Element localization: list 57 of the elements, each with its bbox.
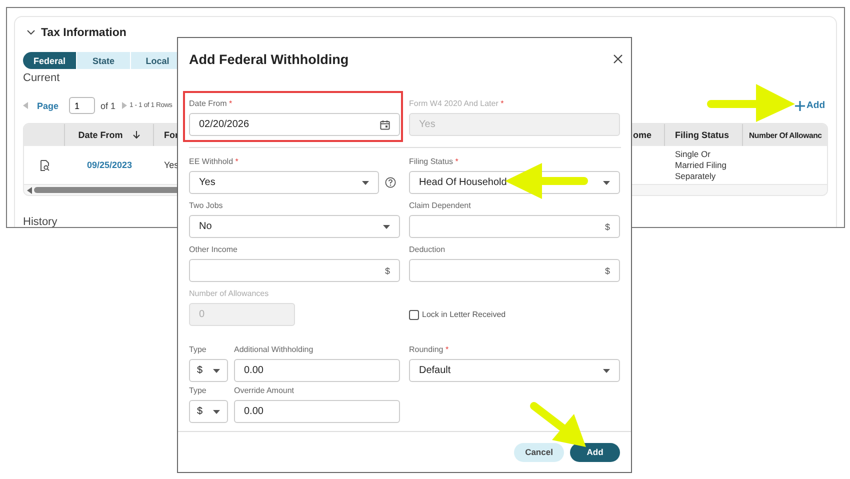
table-cell-text: Single Or Married Filing Separately bbox=[675, 148, 728, 182]
add-button[interactable]: Add bbox=[570, 442, 620, 462]
type-dropdown[interactable]: $ bbox=[189, 400, 228, 423]
page-field[interactable]: 1 bbox=[68, 97, 95, 114]
plus-icon bbox=[794, 100, 805, 110]
field-label: Two Jobs bbox=[189, 200, 224, 212]
amount-field[interactable]: $ bbox=[189, 259, 400, 282]
caret-icon bbox=[383, 224, 390, 228]
dropdown[interactable]: No bbox=[189, 215, 400, 238]
amount-field[interactable]: 0.00 bbox=[234, 359, 400, 382]
field-label: Number of Allowances bbox=[189, 288, 270, 300]
field-label: Deduction bbox=[409, 244, 446, 256]
dialog-title: Add Federal Withholding bbox=[189, 52, 349, 66]
field-label: Form W4 2020 And Later * bbox=[409, 98, 505, 110]
field-label: Type bbox=[189, 344, 208, 356]
dropdown[interactable]: Yes bbox=[189, 171, 379, 194]
field-label: Type bbox=[189, 385, 208, 397]
checkbox[interactable] bbox=[409, 310, 419, 320]
column-header[interactable]: Date From bbox=[78, 130, 123, 140]
calendar-icon bbox=[380, 120, 390, 130]
field-label: Other Income bbox=[189, 244, 238, 256]
subheading: Current bbox=[23, 72, 61, 86]
field-label: EE Withhold * bbox=[189, 156, 240, 168]
field-label: Override Amount bbox=[234, 385, 296, 397]
type-dropdown[interactable]: $ bbox=[189, 359, 228, 382]
tab[interactable]: Federal bbox=[23, 52, 77, 69]
table-cell[interactable]: 09/25/2023 bbox=[86, 160, 132, 170]
column-header[interactable]: Filing Status bbox=[675, 130, 729, 140]
caret-icon bbox=[213, 410, 220, 414]
page-count: of 1 bbox=[100, 100, 116, 110]
column-header[interactable]: For bbox=[164, 130, 178, 140]
field-label: Additional Withholding bbox=[234, 344, 314, 356]
amount-field[interactable]: 0.00 bbox=[234, 400, 400, 423]
add-link[interactable]: Add bbox=[794, 100, 825, 111]
field-label: Rounding * bbox=[409, 344, 450, 356]
cancel-button[interactable]: Cancel bbox=[514, 442, 564, 462]
view-icon[interactable] bbox=[40, 160, 50, 170]
date-field[interactable]: 02/20/2026 bbox=[189, 113, 400, 136]
column-header[interactable]: ome bbox=[633, 130, 652, 140]
help-icon[interactable] bbox=[385, 177, 396, 188]
caret-icon bbox=[603, 368, 610, 372]
amount-field[interactable]: $ bbox=[409, 215, 620, 238]
section-title: Tax Information bbox=[41, 26, 126, 38]
dropdown[interactable]: Default bbox=[409, 359, 620, 382]
amount-field[interactable]: $ bbox=[409, 259, 620, 282]
field-label: Date From * bbox=[189, 98, 234, 110]
chevron-icon[interactable] bbox=[27, 30, 35, 35]
field-label: Claim Dependent bbox=[409, 200, 472, 212]
field-label: Filing Status * bbox=[409, 156, 460, 168]
caret-icon bbox=[213, 368, 220, 372]
tab[interactable]: State bbox=[77, 52, 131, 69]
subheading: History bbox=[23, 216, 58, 227]
close-icon[interactable] bbox=[612, 53, 624, 65]
sort-arrow-icon[interactable] bbox=[132, 131, 140, 139]
scroll-left-icon[interactable] bbox=[27, 186, 32, 194]
checkbox-label: Lock in Letter Received bbox=[422, 310, 506, 319]
page-label: Page bbox=[37, 100, 59, 110]
